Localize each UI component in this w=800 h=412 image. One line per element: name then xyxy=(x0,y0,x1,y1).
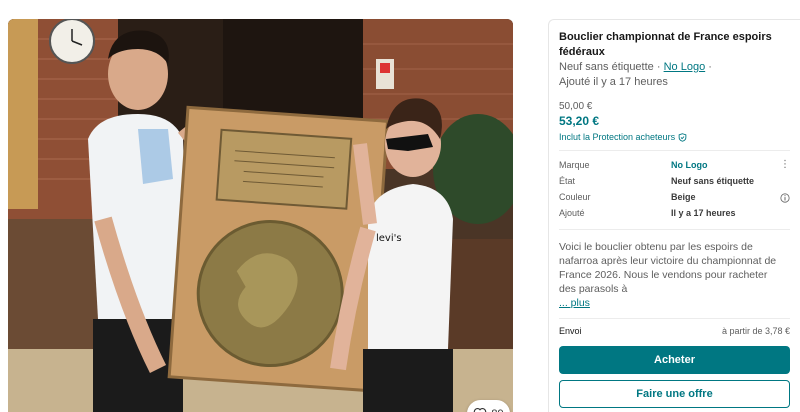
details-table: Marque No Logo État Neuf sans étiquette … xyxy=(559,151,790,221)
detail-value-brand[interactable]: No Logo xyxy=(671,157,708,173)
detail-label: État xyxy=(559,176,576,186)
item-details-panel: Bouclier championnat de France espoirs f… xyxy=(548,19,800,412)
description-more-link[interactable]: ... plus xyxy=(559,296,787,310)
photo-illustration: levi's xyxy=(8,19,513,412)
detail-row-color: Couleur Beige xyxy=(559,189,790,205)
like-count: 89 xyxy=(491,408,503,412)
item-brand-link[interactable]: No Logo xyxy=(664,61,706,73)
shield-check-icon xyxy=(678,132,687,142)
meta-separator: · xyxy=(708,61,712,73)
detail-label: Ajouté xyxy=(559,208,585,218)
item-title: Bouclier championnat de France espoirs f… xyxy=(559,31,772,58)
make-offer-button[interactable]: Faire une offre xyxy=(559,380,790,408)
heart-icon xyxy=(474,407,487,412)
more-dots-icon[interactable]: ⋮ xyxy=(780,159,790,170)
detail-row-brand: Marque No Logo xyxy=(559,157,790,173)
detail-value: Neuf sans étiquette xyxy=(671,176,755,186)
detail-row-condition: État Neuf sans étiquette xyxy=(559,173,790,189)
like-button[interactable]: 89 xyxy=(467,400,510,412)
shipping-label: Envoi xyxy=(559,326,582,336)
item-meta-line: Neuf sans étiquette · No Logo · xyxy=(559,60,790,75)
shipping-price: à partir de 3,78 € xyxy=(721,326,790,336)
item-photo[interactable]: levi's 89 xyxy=(8,19,513,412)
shipping-row: Envoi à partir de 3,78 € xyxy=(559,319,790,336)
price-original: 50,00 € xyxy=(559,101,593,112)
detail-row-added: Ajouté Il y a 17 heures xyxy=(559,205,790,221)
item-description: Voici le bouclier obtenu par les espoirs… xyxy=(559,240,787,318)
description-text: Voici le bouclier obtenu par les espoirs… xyxy=(559,241,777,295)
detail-label: Couleur xyxy=(559,192,591,202)
buyer-protection-label: Inclut la Protection acheteurs xyxy=(559,132,676,142)
item-condition: Neuf sans étiquette xyxy=(559,61,654,73)
buyer-protection-link[interactable]: Inclut la Protection acheteurs xyxy=(559,132,790,142)
buy-button[interactable]: Acheter xyxy=(559,346,790,374)
detail-value: Il y a 17 heures xyxy=(671,208,736,218)
divider xyxy=(559,229,790,230)
detail-label: Marque xyxy=(559,160,590,170)
detail-value: Beige xyxy=(671,192,696,202)
meta-separator: · xyxy=(656,61,661,73)
svg-text:levi's: levi's xyxy=(376,233,402,244)
price-total: 53,20 € xyxy=(559,114,600,128)
info-icon[interactable] xyxy=(780,193,790,203)
item-added: Ajouté il y a 17 heures xyxy=(559,76,668,88)
